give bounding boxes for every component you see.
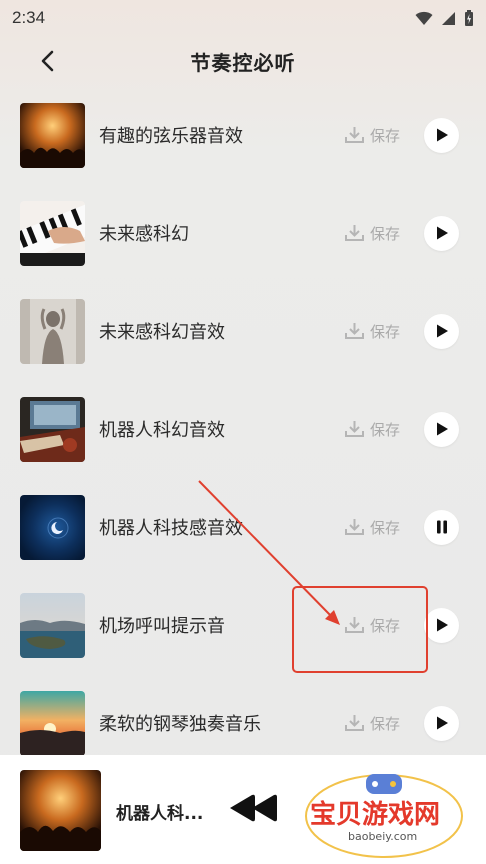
download-icon bbox=[345, 617, 364, 633]
track-cover bbox=[20, 494, 85, 560]
watermark-text: 宝贝游戏网 bbox=[310, 800, 441, 830]
rewind-icon bbox=[230, 794, 277, 822]
save-button[interactable]: 保存 bbox=[345, 321, 400, 342]
play-button[interactable] bbox=[424, 607, 459, 643]
track-title: 机器人科幻音效 bbox=[99, 420, 225, 441]
track-cover bbox=[20, 690, 85, 756]
track-title: 机器人科技感音效 bbox=[99, 518, 243, 539]
download-icon bbox=[345, 421, 364, 437]
download-icon bbox=[345, 127, 364, 143]
pause-icon bbox=[436, 520, 447, 534]
play-button[interactable] bbox=[424, 215, 459, 251]
page-title: 节奏控必听 bbox=[190, 50, 296, 75]
previous-button[interactable] bbox=[228, 792, 280, 824]
play-icon bbox=[436, 324, 448, 338]
track-cover bbox=[20, 200, 85, 266]
save-label: 保存 bbox=[370, 224, 401, 243]
track-title: 未来感科幻音效 bbox=[99, 322, 225, 343]
watermark-logo: 宝贝游戏网 baobeiy.com bbox=[302, 768, 466, 860]
watermark-url: baobeiy.com bbox=[348, 830, 418, 843]
chevron-left-icon bbox=[41, 50, 54, 72]
pause-button[interactable] bbox=[424, 509, 459, 545]
back-button[interactable] bbox=[30, 46, 64, 76]
now-playing-title: 机器人科... bbox=[116, 804, 204, 824]
save-label: 保存 bbox=[370, 322, 401, 341]
track-title: 未来感科幻 bbox=[99, 224, 189, 245]
track-row[interactable]: 未来感科幻 保存 bbox=[0, 184, 486, 282]
track-cover bbox=[20, 396, 85, 462]
track-title: 柔软的钢琴独奏音乐 bbox=[99, 714, 261, 735]
download-icon bbox=[345, 225, 364, 241]
battery-icon bbox=[465, 9, 473, 26]
play-icon bbox=[436, 226, 448, 240]
status-icons bbox=[415, 9, 474, 27]
track-row[interactable]: 机场呼叫提示音 保存 bbox=[0, 576, 486, 674]
download-icon bbox=[345, 715, 364, 731]
save-label: 保存 bbox=[370, 420, 401, 439]
play-button[interactable] bbox=[424, 411, 459, 447]
play-button[interactable] bbox=[424, 313, 459, 349]
track-row[interactable]: 未来感科幻音效 保存 bbox=[0, 282, 486, 380]
play-button[interactable] bbox=[424, 705, 459, 741]
play-icon bbox=[436, 422, 448, 436]
status-time: 2:34 bbox=[12, 8, 46, 27]
track-row[interactable]: 机器人科幻音效 保存 bbox=[0, 380, 486, 478]
header: 节奏控必听 bbox=[0, 36, 486, 86]
track-title: 有趣的弦乐器音效 bbox=[99, 126, 243, 147]
download-icon bbox=[345, 323, 364, 339]
now-playing-cover bbox=[20, 770, 101, 851]
save-button[interactable]: 保存 bbox=[345, 223, 400, 244]
save-button[interactable]: 保存 bbox=[345, 419, 400, 440]
save-button[interactable]: 保存 bbox=[345, 615, 400, 636]
save-label: 保存 bbox=[370, 126, 401, 145]
save-button[interactable]: 保存 bbox=[345, 517, 400, 538]
wifi-icon bbox=[415, 11, 433, 25]
signal-icon bbox=[442, 11, 455, 25]
save-label: 保存 bbox=[370, 518, 401, 537]
download-icon bbox=[345, 519, 364, 535]
play-icon bbox=[436, 716, 448, 730]
track-cover bbox=[20, 592, 85, 658]
track-title: 机场呼叫提示音 bbox=[99, 616, 225, 637]
play-icon bbox=[436, 128, 448, 142]
track-cover bbox=[20, 298, 85, 364]
status-bar: 2:34 bbox=[0, 0, 486, 36]
save-button[interactable]: 保存 bbox=[345, 713, 400, 734]
save-button[interactable]: 保存 bbox=[345, 125, 400, 146]
play-icon bbox=[436, 618, 448, 632]
save-label: 保存 bbox=[370, 714, 401, 733]
track-row[interactable]: 有趣的弦乐器音效 保存 bbox=[0, 86, 486, 184]
track-row[interactable]: 机器人科技感音效 保存 bbox=[0, 478, 486, 576]
save-label: 保存 bbox=[370, 616, 401, 635]
play-button[interactable] bbox=[424, 117, 459, 153]
track-cover bbox=[20, 102, 85, 168]
